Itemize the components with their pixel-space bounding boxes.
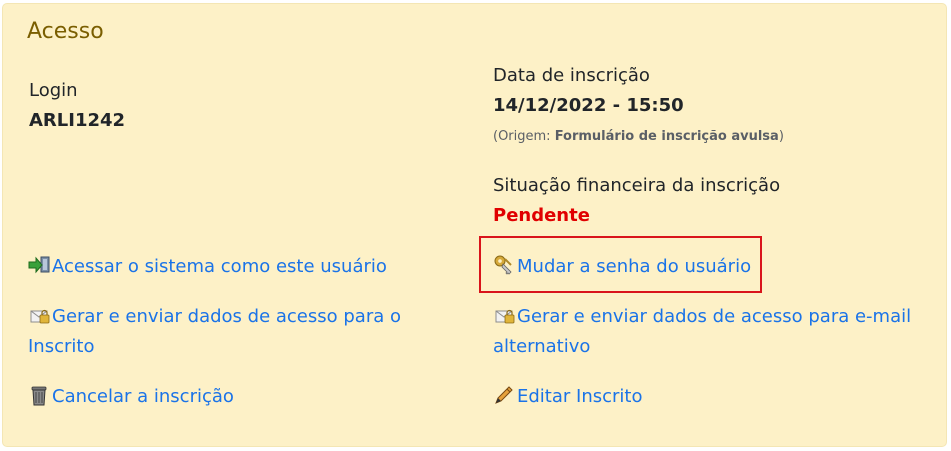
- access-system-label: Acessar o sistema como este usuário: [52, 256, 387, 277]
- trash-can-icon: [28, 384, 52, 406]
- registration-date-label: Data de inscrição: [493, 65, 650, 86]
- origin-value: Formulário de inscrição avulsa: [554, 129, 779, 144]
- envelope-lock-icon: [28, 304, 52, 326]
- highlight-box: [479, 236, 762, 293]
- financial-status-label: Situação financeira da inscrição: [493, 175, 781, 196]
- send-access-data-alt-line1: Gerar e enviar dados de acesso para e-ma…: [517, 306, 912, 327]
- pencil-icon: [493, 384, 517, 406]
- cancel-registration-link[interactable]: Cancelar a inscrição: [28, 382, 234, 412]
- section-title: Acesso: [27, 19, 104, 44]
- send-access-data-alt-line2: alternativo: [493, 336, 591, 357]
- origin-suffix: ): [778, 129, 784, 144]
- envelope-lock-icon: [493, 304, 517, 326]
- access-system-link[interactable]: Acessar o sistema como este usuário: [28, 252, 387, 282]
- send-access-data-alt-link[interactable]: Gerar e enviar dados de acesso para e-ma…: [493, 302, 933, 362]
- edit-registrant-link[interactable]: Editar Inscrito: [493, 382, 642, 412]
- login-arrow-icon: [28, 254, 52, 276]
- send-access-data-line1: Gerar e enviar dados de acesso para o: [52, 306, 401, 327]
- origin-prefix: (Origem:: [493, 129, 555, 144]
- edit-registrant-label: Editar Inscrito: [517, 386, 643, 407]
- registration-origin: (Origem: Formulário de inscrição avulsa): [493, 129, 784, 144]
- send-access-data-link[interactable]: Gerar e enviar dados de acesso para o In…: [28, 302, 448, 362]
- send-access-data-line2: Inscrito: [28, 336, 95, 357]
- login-label: Login: [29, 80, 78, 101]
- registration-date-value: 14/12/2022 - 15:50: [493, 95, 684, 116]
- login-value: ARLI1242: [29, 110, 126, 131]
- cancel-registration-label: Cancelar a inscrição: [52, 386, 234, 407]
- financial-status-value: Pendente: [493, 205, 590, 226]
- access-panel: [2, 3, 947, 447]
